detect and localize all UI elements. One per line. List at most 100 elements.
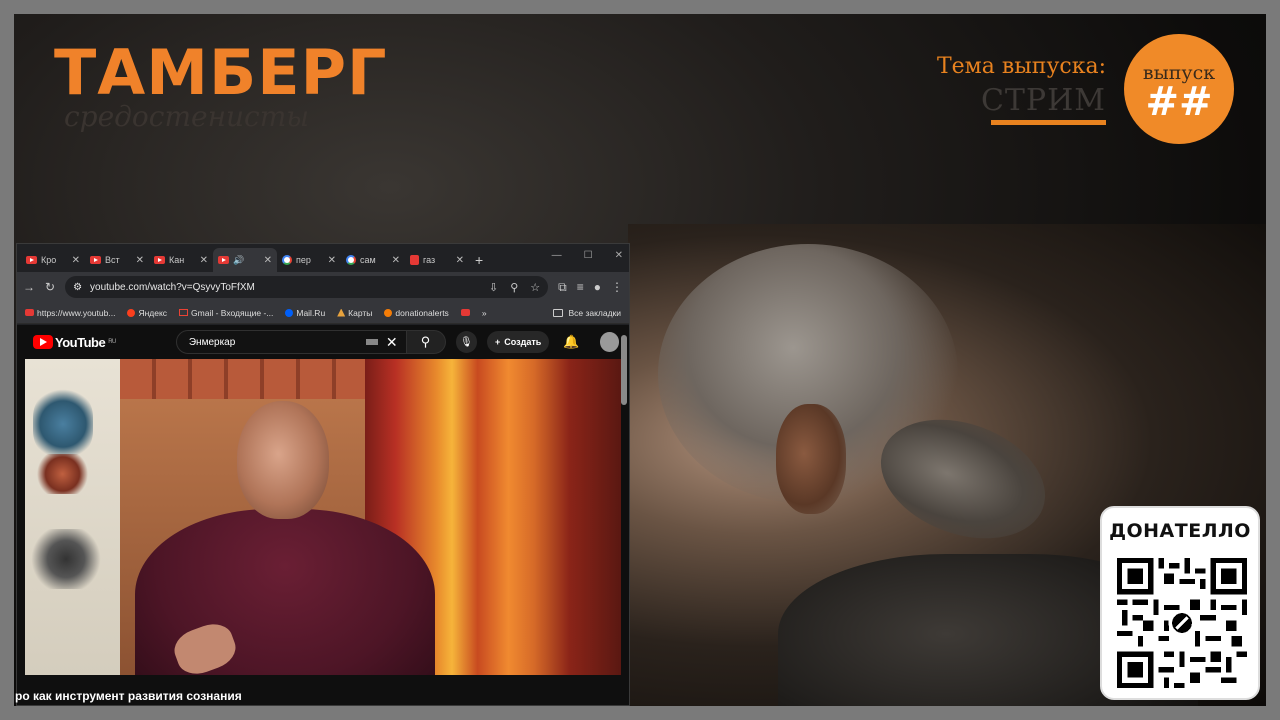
youtube-icon xyxy=(90,256,101,264)
donatello-card: ДОНАТЕЛЛО xyxy=(1100,506,1260,700)
browser-tab-active[interactable]: 🔊 ✕ xyxy=(213,248,277,272)
close-icon[interactable]: ✕ xyxy=(456,255,464,266)
tab-label: Кан xyxy=(169,255,185,265)
topic-underline xyxy=(991,120,1106,125)
bookmark-maps[interactable]: Карты xyxy=(337,308,372,318)
zen-icon xyxy=(410,255,419,265)
browser-toolbar: → ↻ ⚙ youtube.com/watch?v=QsyvyToFfXM ⇩ … xyxy=(17,272,629,302)
youtube-search-input[interactable]: Энмеркар ✕ xyxy=(175,330,407,354)
media-controls-icon[interactable]: ≡ xyxy=(577,280,584,294)
search-button[interactable]: ⚲ xyxy=(406,330,446,354)
zoom-icon[interactable]: ⚲ xyxy=(510,281,518,294)
youtube-page: YouTube RU Энмеркар ✕ ⚲ 🎙 + Создать 🔔 ро… xyxy=(15,325,629,705)
painting-red xyxy=(35,454,90,494)
bookmark-label: Карты xyxy=(348,307,373,318)
close-icon[interactable]: ✕ xyxy=(264,255,272,266)
logo-title: ТАМБЕРГ xyxy=(54,36,388,109)
youtube-logo[interactable]: YouTube RU xyxy=(33,335,116,350)
minimize-icon[interactable]: — xyxy=(552,250,562,261)
bookmark-donationalerts[interactable]: donationalerts xyxy=(384,307,449,318)
forward-icon[interactable]: → xyxy=(23,280,35,294)
close-icon[interactable]: ✕ xyxy=(392,255,400,266)
stream-overlay: ТАМБЕРГ средостенисты Тема выпуска: СТРИ… xyxy=(14,14,1266,706)
topic-label: Тема выпуска: xyxy=(936,54,1106,79)
painting-dragon xyxy=(33,389,93,459)
close-window-icon[interactable]: ✕ xyxy=(615,250,623,261)
speaker-icon[interactable]: 🔊 xyxy=(233,255,244,266)
extensions-icon[interactable]: ⧉ xyxy=(558,280,567,295)
video-title: ро как инструмент развития сознания xyxy=(15,689,242,703)
menu-icon[interactable]: ⋮ xyxy=(611,280,623,294)
donation-qr-code xyxy=(1117,558,1247,688)
close-icon[interactable]: ✕ xyxy=(328,255,336,266)
bookmark-label: https://www.youtub... xyxy=(37,307,116,318)
google-icon xyxy=(346,255,356,265)
episode-number: ## xyxy=(1145,79,1213,125)
channel-logo: ТАМБЕРГ средостенисты xyxy=(54,36,388,134)
browser-tab[interactable]: газ ✕ xyxy=(405,248,469,272)
bookmark-mailru[interactable]: Mail.Ru xyxy=(285,308,325,318)
bookmark-label: Gmail - Входящие -... xyxy=(191,307,274,318)
create-button[interactable]: + Создать xyxy=(487,331,550,353)
tab-label: газ xyxy=(423,255,436,265)
youtube-logo-text: YouTube xyxy=(55,334,106,350)
clear-search-icon[interactable]: ✕ xyxy=(386,334,398,351)
search-query: Энмеркар xyxy=(188,336,236,348)
address-text: youtube.com/watch?v=QsyvyToFfXM xyxy=(90,281,255,293)
browser-tab[interactable]: Кро ✕ xyxy=(21,248,85,272)
bookmark-star-icon[interactable]: ☆ xyxy=(530,281,540,294)
site-settings-icon[interactable]: ⚙ xyxy=(73,282,82,293)
install-app-icon[interactable]: ⇩ xyxy=(489,281,498,294)
folder-icon xyxy=(553,308,564,317)
plus-icon: + xyxy=(495,337,501,347)
maps-icon xyxy=(337,308,346,317)
bookmark-yandex[interactable]: Яндекс xyxy=(127,308,167,318)
mailru-icon xyxy=(285,308,294,317)
bookmark-label: Яндекс xyxy=(138,307,168,318)
google-icon xyxy=(282,255,292,265)
voice-search-button[interactable]: 🎙 xyxy=(455,331,478,353)
reload-icon[interactable]: ↻ xyxy=(45,280,55,294)
maximize-icon[interactable]: ☐ xyxy=(584,250,593,261)
youtube-icon xyxy=(26,256,37,264)
browser-tab[interactable]: Кан ✕ xyxy=(149,248,213,272)
bookmark-youtube[interactable]: https://www.youtub... xyxy=(25,308,115,318)
close-icon[interactable]: ✕ xyxy=(200,255,208,266)
video-player[interactable] xyxy=(25,359,621,675)
tab-strip: Кро ✕ Вст ✕ Кан ✕ 🔊 ✕ пер ✕ сам ✕ газ ✕ … xyxy=(17,244,629,272)
address-bar[interactable]: ⚙ youtube.com/watch?v=QsyvyToFfXM ⇩ ⚲ ☆ xyxy=(65,276,549,298)
tab-label: сам xyxy=(360,255,376,265)
bookmark-label: Mail.Ru xyxy=(296,307,326,318)
painting-dark xyxy=(31,529,101,589)
topic-value: СТРИМ xyxy=(980,83,1106,118)
browser-tab[interactable]: сам ✕ xyxy=(341,248,405,272)
bookmark-youtube-2[interactable] xyxy=(460,309,470,316)
more-bookmarks-icon[interactable]: » xyxy=(482,308,487,318)
new-tab-button[interactable]: + xyxy=(475,252,483,268)
streamer-ear xyxy=(776,404,846,514)
youtube-icon xyxy=(218,256,229,264)
avatar[interactable] xyxy=(599,332,619,352)
notifications-bell-icon[interactable]: 🔔 xyxy=(563,334,579,350)
browser-window: Кро ✕ Вст ✕ Кан ✕ 🔊 ✕ пер ✕ сам ✕ газ ✕ … xyxy=(15,243,630,706)
yandex-icon xyxy=(127,308,136,317)
gmail-icon xyxy=(179,309,189,316)
window-controls: — ☐ ✕ xyxy=(552,250,623,261)
close-icon[interactable]: ✕ xyxy=(136,255,144,266)
omnibox-actions: ⇩ ⚲ ☆ xyxy=(489,281,540,294)
browser-tab[interactable]: Вст ✕ xyxy=(85,248,149,272)
page-scrollbar[interactable] xyxy=(621,335,627,405)
youtube-icon xyxy=(25,309,34,316)
bookmarks-bar: https://www.youtub... Яндекс Gmail - Вхо… xyxy=(17,302,629,324)
keyboard-icon[interactable] xyxy=(365,339,378,345)
all-bookmarks-button[interactable]: Все закладки xyxy=(553,308,621,318)
tab-label: Вст xyxy=(105,255,120,265)
bookmark-label: donationalerts xyxy=(395,307,449,318)
bookmark-gmail[interactable]: Gmail - Входящие -... xyxy=(179,308,273,318)
browser-tab[interactable]: пер ✕ xyxy=(277,248,341,272)
close-icon[interactable]: ✕ xyxy=(72,255,80,266)
episode-badge: выпуск ## xyxy=(1124,34,1234,144)
profile-icon[interactable]: ● xyxy=(594,280,601,294)
create-label: Создать xyxy=(504,337,542,347)
tab-label: пер xyxy=(296,255,311,265)
